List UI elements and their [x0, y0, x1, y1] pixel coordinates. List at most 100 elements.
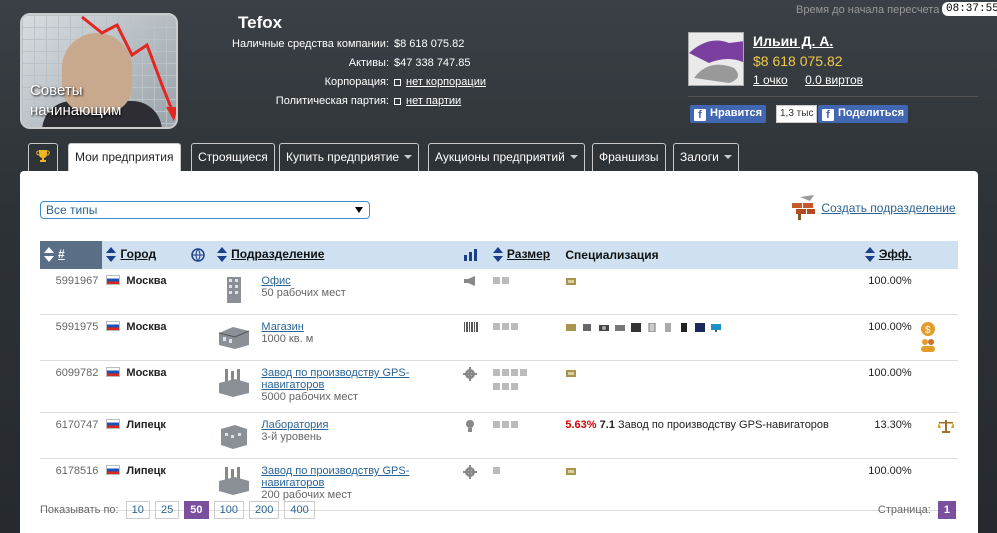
column-header-city[interactable]: Город	[102, 241, 213, 269]
advice-banner[interactable]: Советы начинающим	[20, 13, 178, 129]
barcode-icon	[463, 322, 478, 332]
unit-link[interactable]: Офис	[261, 275, 454, 287]
corporation-link[interactable]: нет корпорации	[406, 76, 486, 88]
extra-cell	[915, 269, 958, 315]
facebook-icon: f	[694, 109, 706, 121]
page-size-label: Показывать по:	[40, 504, 119, 516]
table-row[interactable]: 6099782 Москва Завод по производству GPS…	[40, 360, 958, 413]
stat-value-assets: $47 338 747.85	[394, 57, 471, 69]
gps-navigator-icon	[566, 467, 577, 475]
company-stats: Наличные средства компании: $8 618 075.8…	[230, 38, 486, 114]
unit-size-text: 50 рабочих мест	[261, 287, 346, 299]
page-size-option-active[interactable]: 50	[184, 501, 209, 519]
size-block-icon	[501, 277, 509, 284]
column-header-stats[interactable]	[459, 241, 489, 269]
people-icon[interactable]	[920, 337, 936, 353]
lightbulb-icon	[465, 420, 474, 432]
gps-navigator-icon	[566, 277, 577, 285]
tab-buy-enterprise[interactable]: Купить предприятие	[279, 143, 420, 171]
russia-flag-icon	[106, 321, 121, 331]
unit-type-select[interactable]: Все типы	[40, 201, 370, 219]
fb-like-button[interactable]: f Нравится	[690, 105, 767, 123]
size-block-icon	[510, 323, 518, 330]
factory-building-icon	[219, 467, 250, 495]
user-name-link[interactable]: Ильин Д. А.	[753, 33, 833, 49]
efficiency: 100.00%	[853, 360, 916, 413]
type-icon-cell	[458, 269, 489, 315]
tab-franchises[interactable]: Франшизы	[592, 143, 666, 171]
store-building-icon	[219, 327, 250, 349]
virts-link[interactable]: 0.0 виртов	[805, 73, 863, 87]
sort-arrows-icon	[106, 247, 117, 263]
page-size-option[interactable]: 25	[154, 501, 180, 519]
stat-row-party: Политическая партия: нет партии	[230, 95, 486, 114]
page-label: Страница:	[877, 504, 931, 516]
gear-icon	[462, 465, 477, 479]
banner-text-line2: начинающим	[30, 102, 122, 119]
size-block-icon	[510, 383, 518, 390]
create-unit-link[interactable]: Создать подразделение	[790, 193, 956, 221]
table-row[interactable]: 6170747 Липецк Лаборатория 3-й уровень 5…	[40, 412, 958, 459]
column-header-spec: Специализация	[565, 248, 659, 262]
page-number[interactable]: 1	[937, 501, 956, 519]
coin-icon[interactable]: $	[920, 321, 936, 337]
fb-share-button[interactable]: f Поделиться	[818, 105, 909, 123]
sort-arrows-icon	[492, 247, 503, 263]
tablet-icon	[694, 322, 705, 332]
table-row[interactable]: 5991975 Москва Магазин 1000 кв. м 100.00…	[40, 314, 958, 361]
page-size-option[interactable]: 400	[284, 501, 315, 519]
unit-type-select-value: Все типы	[46, 203, 98, 217]
size-block-icon	[501, 421, 509, 428]
unit-size-text: 1000 кв. м	[261, 333, 314, 345]
fb-like-label: Нравится	[710, 107, 763, 119]
page-size-option[interactable]: 10	[125, 501, 150, 519]
column-header-id[interactable]: #	[40, 241, 103, 269]
column-header-eff[interactable]: Эфф.	[853, 241, 915, 269]
city-name: Москва	[126, 367, 167, 379]
unit-cell: Завод по производству GPS-навигаторов 50…	[257, 360, 459, 413]
efficiency: 100.00%	[853, 314, 916, 361]
size-block-icon	[492, 277, 500, 284]
type-icon-cell	[458, 412, 489, 459]
smartphone-icon	[680, 322, 687, 332]
extra-cell	[915, 412, 958, 459]
stat-row-assets: Активы: $47 338 747.85	[230, 57, 486, 76]
table-row[interactable]: 5991967 Москва Офис 50 рабочих мест 100.…	[40, 269, 958, 315]
unit-link[interactable]: Лаборатория	[261, 419, 454, 431]
party-link[interactable]: нет партии	[406, 95, 461, 107]
laboratory-building-icon	[221, 425, 248, 449]
tab-auctions[interactable]: Аукционы предприятий	[428, 143, 585, 171]
unit-id: 5991967	[40, 269, 103, 315]
size-cell	[488, 269, 562, 315]
page-size-option[interactable]: 200	[249, 501, 280, 519]
tab-pledges[interactable]: Залоги	[673, 143, 739, 171]
size-block-icon	[501, 323, 509, 330]
city-cell: Москва	[102, 360, 214, 413]
tab-under-construction[interactable]: Строящиеся	[191, 143, 275, 171]
size-block-icon	[510, 421, 518, 428]
efficiency: 100.00%	[853, 269, 916, 315]
unit-link[interactable]: Магазин	[261, 321, 454, 333]
page-size-option[interactable]: 100	[213, 501, 244, 519]
city-cell: Москва	[102, 269, 214, 315]
tab-my-enterprises[interactable]: Мои предприятия	[68, 143, 181, 172]
units-table: # Город Подразделение Размер Специализац…	[40, 241, 958, 511]
city-cell: Липецк	[102, 412, 214, 459]
unit-link[interactable]: Завод по производству GPS-навигаторов	[261, 465, 454, 489]
stat-row-cash: Наличные средства компании: $8 618 075.8…	[230, 38, 486, 57]
column-header-unit[interactable]: Подразделение	[213, 241, 459, 269]
fb-like-count: 1,3 тыс	[776, 105, 818, 123]
scales-icon[interactable]	[936, 419, 955, 433]
tab-trophy[interactable]	[28, 143, 58, 171]
efficiency: 13.30%	[853, 412, 916, 459]
column-header-size[interactable]: Размер	[489, 241, 561, 269]
avatar[interactable]	[688, 32, 744, 86]
tab-auctions-label: Аукционы предприятий	[435, 150, 565, 164]
unit-size-text: 3-й уровень	[261, 431, 322, 443]
unit-link[interactable]: Завод по производству GPS-навигаторов	[261, 367, 454, 391]
fb-share-label: Поделиться	[838, 107, 905, 119]
chevron-down-icon	[723, 155, 732, 159]
main-panel: Все типы Создать подразделение # Город П…	[20, 171, 978, 533]
unit-id: 6099782	[40, 360, 103, 413]
points-link[interactable]: 1 очко	[753, 73, 788, 87]
